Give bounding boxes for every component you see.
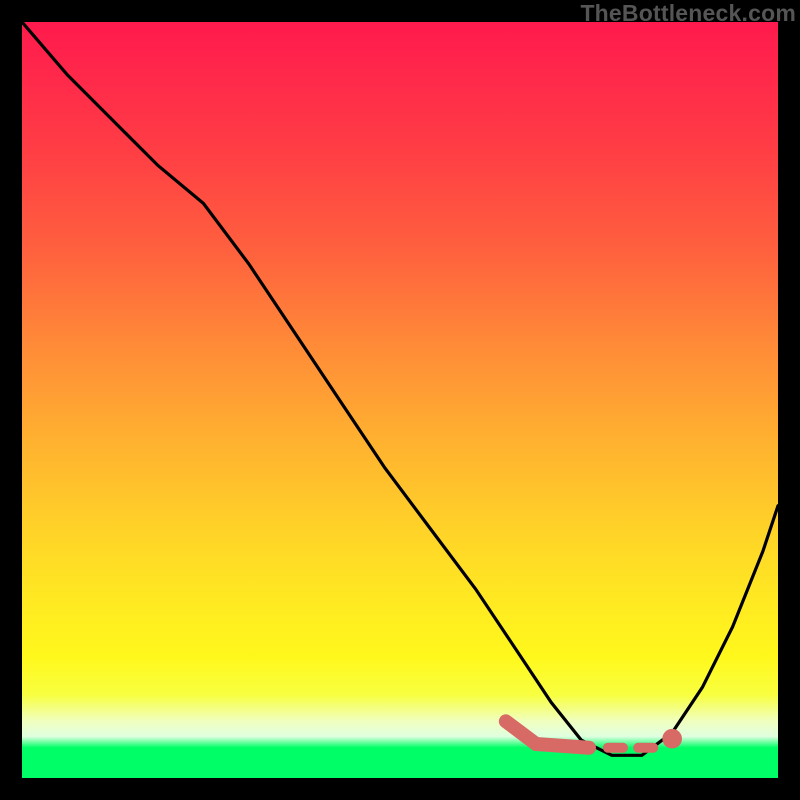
marker-segment bbox=[536, 744, 589, 748]
marker-dot bbox=[662, 729, 682, 749]
chart-frame bbox=[22, 22, 778, 778]
bottleneck-curve bbox=[22, 22, 778, 755]
watermark-text: TheBottleneck.com bbox=[580, 0, 796, 27]
chart-overlay bbox=[22, 22, 778, 778]
optimal-range-markers bbox=[506, 721, 682, 748]
